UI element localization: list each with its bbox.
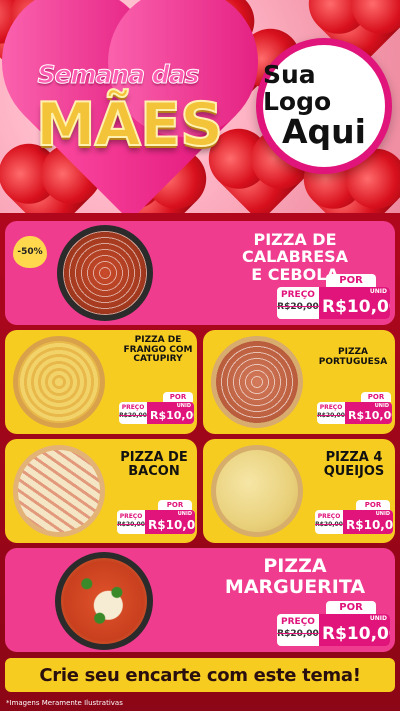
price-box: PREÇO R$20,00 UNID R$10,00 [119, 402, 194, 424]
old-price: R$20,00 [317, 412, 345, 419]
por-label: POR [326, 274, 376, 287]
preco-label: PREÇO [281, 617, 315, 627]
preco-label: PREÇO [317, 513, 341, 520]
price-box: PREÇO R$20,00 UNID R$10,00 [315, 510, 393, 534]
unid-label: UNID [369, 288, 387, 295]
pizza-bacon-image [13, 445, 105, 537]
por-label: POR [158, 500, 192, 510]
logo-text-line1: Sua Logo [263, 60, 332, 116]
price-value: R$10,00 [348, 409, 392, 422]
preco-label: PREÇO [119, 513, 143, 520]
logo-text-line2: Aqui [282, 111, 366, 151]
product-name: PIZZA MARGUERITA [224, 555, 366, 598]
old-price: R$20,00 [117, 521, 145, 528]
product-card-marguerita[interactable]: PIZZA MARGUERITA POR PREÇO R$20,00 UNID R… [5, 548, 395, 652]
pizza-4-queijos-image [211, 445, 303, 537]
price-box: PREÇO R$20,00 UNID R$10,00 [317, 402, 392, 424]
product-name: PIZZA 4 QUEIJOS [323, 450, 385, 480]
product-card-frango[interactable]: PIZZA DE FRANGO COM CATUPIRY POR PREÇO R… [5, 330, 197, 434]
preco-label: PREÇO [121, 404, 145, 411]
price-value: R$10,00 [322, 297, 390, 317]
por-label: POR [163, 392, 193, 402]
price-box: PREÇO R$20,00 UNID R$10,00 [277, 287, 390, 319]
por-label: POR [356, 500, 390, 510]
pizza-portuguesa-image [211, 336, 303, 428]
cta-banner[interactable]: Crie seu encarte com este tema! [5, 658, 395, 692]
product-card-bacon[interactable]: PIZZA DE BACON POR PREÇO R$20,00 UNID R$… [5, 439, 197, 543]
campaign-title-line1: Semana das [37, 60, 200, 90]
price-box: PREÇO R$20,00 UNID R$10,00 [277, 614, 390, 646]
preco-label: PREÇO [319, 404, 343, 411]
old-price: R$20,00 [119, 412, 147, 419]
pizza-calabresa-image [57, 225, 153, 321]
product-name: PIZZA DE FRANGO COM CATUPIRY [123, 335, 193, 365]
price-value: R$10,00 [322, 624, 390, 644]
unid-label: UNID [375, 511, 390, 517]
unid-label: UNID [369, 615, 387, 622]
product-card-featured[interactable]: -50% PIZZA DE CALABRESA E CEBOLA POR PREÇ… [5, 221, 395, 325]
product-name: PIZZA PORTUGUESA [318, 347, 388, 367]
product-card-portuguesa[interactable]: PIZZA PORTUGUESA POR PREÇO R$20,00 UNID … [203, 330, 395, 434]
old-price: R$20,00 [315, 521, 343, 528]
price-value: R$10,00 [148, 518, 195, 532]
logo-placeholder[interactable]: Sua Logo Aqui [256, 38, 392, 174]
footer-disclaimer: *Imagens Meramente Ilustrativas [6, 699, 123, 707]
product-name: PIZZA DE BACON [120, 450, 188, 480]
cta-text: Crie seu encarte com este tema! [39, 664, 361, 686]
product-card-4-queijos[interactable]: PIZZA 4 QUEIJOS POR PREÇO R$20,00 UNID R… [203, 439, 395, 543]
preco-label: PREÇO [281, 290, 315, 300]
old-price: R$20,00 [277, 629, 319, 639]
por-label: POR [326, 601, 376, 614]
campaign-title-line2: MÃES [35, 89, 224, 161]
old-price: R$20,00 [277, 302, 319, 312]
price-box: PREÇO R$20,00 UNID R$10,00 [117, 510, 195, 534]
pizza-marguerita-image [55, 552, 153, 650]
price-value: R$10,00 [150, 409, 194, 422]
header-banner: Semana das MÃES Sua Logo Aqui [0, 0, 400, 213]
price-value: R$10,00 [346, 518, 393, 532]
por-label: POR [361, 392, 391, 402]
discount-badge: -50% [13, 236, 47, 268]
pizza-frango-image [13, 336, 105, 428]
unid-label: UNID [177, 511, 192, 517]
